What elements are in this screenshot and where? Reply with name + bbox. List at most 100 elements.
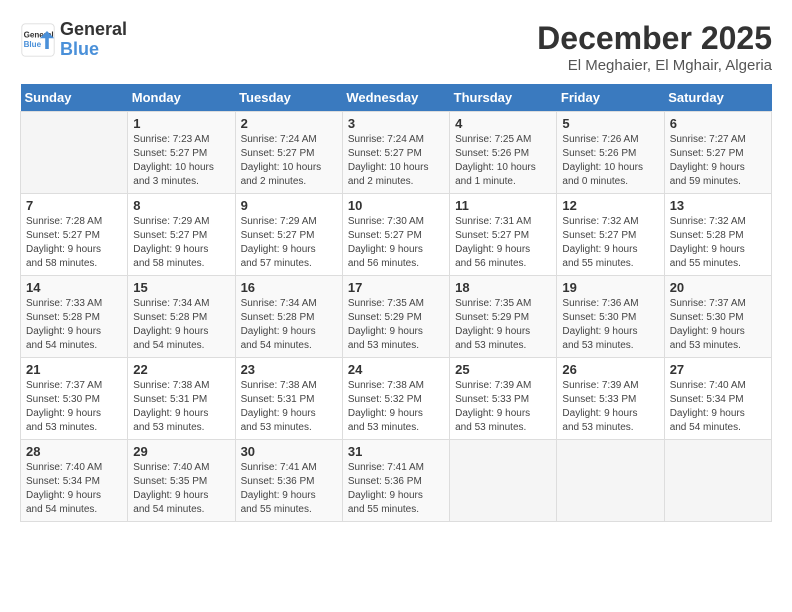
day-number: 12 — [562, 198, 658, 213]
day-number: 15 — [133, 280, 229, 295]
calendar-day: 30 Sunrise: 7:41 AM Sunset: 5:36 PM Dayli… — [235, 440, 342, 522]
day-info: Sunrise: 7:39 AM Sunset: 5:33 PM Dayligh… — [455, 379, 551, 435]
day-header-wednesday: Wednesday — [342, 84, 449, 112]
calendar-day: 2 Sunrise: 7:24 AM Sunset: 5:27 PM Daylig… — [235, 112, 342, 194]
calendar-day: 6 Sunrise: 7:27 AM Sunset: 5:27 PM Daylig… — [664, 112, 771, 194]
day-number: 21 — [26, 362, 122, 377]
month-title: December 2025 — [537, 20, 772, 57]
calendar-day: 12 Sunrise: 7:32 AM Sunset: 5:27 PM Dayli… — [557, 194, 664, 276]
calendar-day: 24Sunrise: 7:38 AM Sunset: 5:32 PM Dayli… — [342, 358, 449, 440]
day-header-saturday: Saturday — [664, 84, 771, 112]
calendar-day: 22 Sunrise: 7:38 AM Sunset: 5:31 PM Dayli… — [128, 358, 235, 440]
calendar-day: 26Sunrise: 7:39 AM Sunset: 5:33 PM Dayli… — [557, 358, 664, 440]
calendar-day: 1Sunrise: 7:23 AM Sunset: 5:27 PM Daylig… — [128, 112, 235, 194]
calendar-day: 17Sunrise: 7:35 AM Sunset: 5:29 PM Dayli… — [342, 276, 449, 358]
day-number: 31 — [348, 444, 444, 459]
day-info: Sunrise: 7:27 AM Sunset: 5:27 PM Dayligh… — [670, 133, 766, 189]
calendar-day: 4 Sunrise: 7:25 AM Sunset: 5:26 PM Daylig… — [450, 112, 557, 194]
location: El Meghaier, El Mghair, Algeria — [537, 57, 772, 74]
day-header-sunday: Sunday — [21, 84, 128, 112]
day-number: 4 — [455, 116, 551, 131]
logo: General Blue General Blue — [20, 20, 127, 60]
day-number: 18 — [455, 280, 551, 295]
calendar-day — [450, 440, 557, 522]
title-area: December 2025 El Meghaier, El Mghair, Al… — [537, 20, 772, 74]
day-info: Sunrise: 7:38 AM Sunset: 5:31 PM Dayligh… — [133, 379, 229, 435]
day-header-tuesday: Tuesday — [235, 84, 342, 112]
day-header-monday: Monday — [128, 84, 235, 112]
day-header-friday: Friday — [557, 84, 664, 112]
day-info: Sunrise: 7:41 AM Sunset: 5:36 PM Dayligh… — [241, 461, 337, 517]
calendar-day: 3 Sunrise: 7:24 AM Sunset: 5:27 PM Daylig… — [342, 112, 449, 194]
day-info: Sunrise: 7:26 AM Sunset: 5:26 PM Dayligh… — [562, 133, 658, 189]
day-header-thursday: Thursday — [450, 84, 557, 112]
day-info: Sunrise: 7:40 AM Sunset: 5:35 PM Dayligh… — [133, 461, 229, 517]
day-info: Sunrise: 7:24 AM Sunset: 5:27 PM Dayligh… — [348, 133, 444, 189]
calendar-day: 25 Sunrise: 7:39 AM Sunset: 5:33 PM Dayli… — [450, 358, 557, 440]
calendar-week-5: 28Sunrise: 7:40 AM Sunset: 5:34 PM Dayli… — [21, 440, 772, 522]
calendar-day: 19Sunrise: 7:36 AM Sunset: 5:30 PM Dayli… — [557, 276, 664, 358]
day-info: Sunrise: 7:34 AM Sunset: 5:28 PM Dayligh… — [241, 297, 337, 353]
day-info: Sunrise: 7:37 AM Sunset: 5:30 PM Dayligh… — [670, 297, 766, 353]
day-info: Sunrise: 7:41 AM Sunset: 5:36 PM Dayligh… — [348, 461, 444, 517]
logo-icon: General Blue — [20, 22, 56, 58]
calendar-day: 9Sunrise: 7:29 AM Sunset: 5:27 PM Daylig… — [235, 194, 342, 276]
day-number: 20 — [670, 280, 766, 295]
calendar-week-4: 21 Sunrise: 7:37 AM Sunset: 5:30 PM Dayli… — [21, 358, 772, 440]
day-info: Sunrise: 7:30 AM Sunset: 5:27 PM Dayligh… — [348, 215, 444, 271]
calendar-day — [557, 440, 664, 522]
calendar-day: 23 Sunrise: 7:38 AM Sunset: 5:31 PM Dayli… — [235, 358, 342, 440]
day-number: 17 — [348, 280, 444, 295]
day-info: Sunrise: 7:32 AM Sunset: 5:28 PM Dayligh… — [670, 215, 766, 271]
calendar-day: 29Sunrise: 7:40 AM Sunset: 5:35 PM Dayli… — [128, 440, 235, 522]
day-number: 9 — [241, 198, 337, 213]
calendar-table: SundayMondayTuesdayWednesdayThursdayFrid… — [20, 84, 772, 522]
day-number: 23 — [241, 362, 337, 377]
calendar-day: 11 Sunrise: 7:31 AM Sunset: 5:27 PM Dayli… — [450, 194, 557, 276]
calendar-day: 20 Sunrise: 7:37 AM Sunset: 5:30 PM Dayli… — [664, 276, 771, 358]
calendar-header-row: SundayMondayTuesdayWednesdayThursdayFrid… — [21, 84, 772, 112]
day-number: 7 — [26, 198, 122, 213]
calendar-day: 10 Sunrise: 7:30 AM Sunset: 5:27 PM Dayli… — [342, 194, 449, 276]
day-info: Sunrise: 7:38 AM Sunset: 5:31 PM Dayligh… — [241, 379, 337, 435]
day-number: 6 — [670, 116, 766, 131]
day-number: 25 — [455, 362, 551, 377]
day-number: 19 — [562, 280, 658, 295]
day-info: Sunrise: 7:39 AM Sunset: 5:33 PM Dayligh… — [562, 379, 658, 435]
calendar-day: 14Sunrise: 7:33 AM Sunset: 5:28 PM Dayli… — [21, 276, 128, 358]
page-header: General Blue General Blue December 2025 … — [20, 20, 772, 74]
day-info: Sunrise: 7:25 AM Sunset: 5:26 PM Dayligh… — [455, 133, 551, 189]
day-number: 10 — [348, 198, 444, 213]
day-info: Sunrise: 7:37 AM Sunset: 5:30 PM Dayligh… — [26, 379, 122, 435]
calendar-day: 18 Sunrise: 7:35 AM Sunset: 5:29 PM Dayli… — [450, 276, 557, 358]
calendar-week-1: 1Sunrise: 7:23 AM Sunset: 5:27 PM Daylig… — [21, 112, 772, 194]
day-number: 2 — [241, 116, 337, 131]
calendar-day — [21, 112, 128, 194]
day-number: 3 — [348, 116, 444, 131]
day-info: Sunrise: 7:40 AM Sunset: 5:34 PM Dayligh… — [670, 379, 766, 435]
day-number: 1 — [133, 116, 229, 131]
day-info: Sunrise: 7:31 AM Sunset: 5:27 PM Dayligh… — [455, 215, 551, 271]
day-number: 30 — [241, 444, 337, 459]
calendar-day: 28Sunrise: 7:40 AM Sunset: 5:34 PM Dayli… — [21, 440, 128, 522]
day-number: 22 — [133, 362, 229, 377]
day-info: Sunrise: 7:29 AM Sunset: 5:27 PM Dayligh… — [133, 215, 229, 271]
day-number: 8 — [133, 198, 229, 213]
calendar-day: 13Sunrise: 7:32 AM Sunset: 5:28 PM Dayli… — [664, 194, 771, 276]
day-info: Sunrise: 7:32 AM Sunset: 5:27 PM Dayligh… — [562, 215, 658, 271]
day-number: 11 — [455, 198, 551, 213]
day-info: Sunrise: 7:35 AM Sunset: 5:29 PM Dayligh… — [455, 297, 551, 353]
day-number: 14 — [26, 280, 122, 295]
day-number: 24 — [348, 362, 444, 377]
calendar-day: 21 Sunrise: 7:37 AM Sunset: 5:30 PM Dayli… — [21, 358, 128, 440]
calendar-day: 16Sunrise: 7:34 AM Sunset: 5:28 PM Dayli… — [235, 276, 342, 358]
calendar-day — [664, 440, 771, 522]
day-info: Sunrise: 7:40 AM Sunset: 5:34 PM Dayligh… — [26, 461, 122, 517]
calendar-day: 31 Sunrise: 7:41 AM Sunset: 5:36 PM Dayli… — [342, 440, 449, 522]
day-info: Sunrise: 7:24 AM Sunset: 5:27 PM Dayligh… — [241, 133, 337, 189]
calendar-day: 8 Sunrise: 7:29 AM Sunset: 5:27 PM Daylig… — [128, 194, 235, 276]
day-info: Sunrise: 7:28 AM Sunset: 5:27 PM Dayligh… — [26, 215, 122, 271]
calendar-day: 7 Sunrise: 7:28 AM Sunset: 5:27 PM Daylig… — [21, 194, 128, 276]
day-info: Sunrise: 7:34 AM Sunset: 5:28 PM Dayligh… — [133, 297, 229, 353]
calendar-day: 5Sunrise: 7:26 AM Sunset: 5:26 PM Daylig… — [557, 112, 664, 194]
